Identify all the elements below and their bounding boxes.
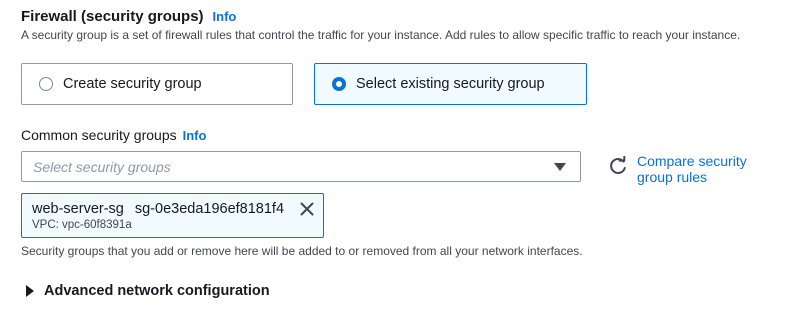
refresh-icon xyxy=(610,156,626,174)
compare-security-group-rules-label[interactable]: Compare security group rules xyxy=(637,153,777,185)
advanced-network-configuration-label: Advanced network configuration xyxy=(44,283,270,299)
select-existing-security-group-option[interactable]: Select existing security group xyxy=(314,63,587,105)
close-icon[interactable] xyxy=(299,201,315,217)
caret-right-icon xyxy=(26,285,34,297)
advanced-network-configuration-toggle[interactable]: Advanced network configuration xyxy=(26,283,270,299)
security-group-vpc: VPC: vpc-60f8391a xyxy=(32,219,132,231)
compare-security-group-rules-link[interactable]: Compare security group rules xyxy=(608,153,777,185)
select-existing-security-group-radio[interactable] xyxy=(332,77,346,91)
security-groups-help-text: Security groups that you add or remove h… xyxy=(21,244,583,258)
section-description: A security group is a set of firewall ru… xyxy=(21,28,741,42)
section-header: Firewall (security groups) Info xyxy=(21,8,236,25)
caret-down-icon xyxy=(554,163,566,171)
security-groups-select[interactable]: Select security groups xyxy=(21,151,581,182)
create-security-group-radio[interactable] xyxy=(39,77,53,91)
section-info-link[interactable]: Info xyxy=(213,9,237,24)
create-security-group-label: Create security group xyxy=(63,76,202,92)
selected-security-group-token: web-server-sg sg-0e3eda196ef8181f4 VPC: … xyxy=(21,193,324,238)
common-security-groups-header: Common security groups Info xyxy=(21,127,206,143)
create-security-group-option[interactable]: Create security group xyxy=(21,63,293,105)
section-title: Firewall (security groups) xyxy=(21,8,204,25)
security-group-id: sg-0e3eda196ef8181f4 xyxy=(134,201,285,217)
common-security-groups-label: Common security groups xyxy=(21,127,177,143)
select-existing-security-group-label: Select existing security group xyxy=(356,76,545,92)
common-security-groups-info-link[interactable]: Info xyxy=(183,128,207,143)
security-group-name: web-server-sg xyxy=(32,201,124,217)
security-groups-placeholder: Select security groups xyxy=(33,158,171,175)
